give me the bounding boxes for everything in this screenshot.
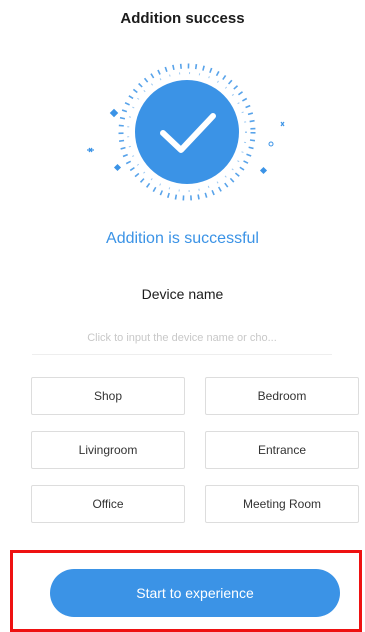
preset-bedroom-button[interactable]: Bedroom (205, 377, 359, 415)
preset-meeting-room-button[interactable]: Meeting Room (205, 485, 359, 523)
page-title: Addition success (120, 10, 245, 27)
device-name-label: Device name (141, 286, 224, 302)
preset-office-button[interactable]: Office (31, 485, 185, 523)
start-experience-button[interactable]: Start to experience (50, 569, 340, 617)
preset-name-grid: Shop Bedroom Livingroom Entrance Office … (31, 377, 360, 523)
device-name-input[interactable] (32, 322, 332, 355)
success-message: Addition is successful (106, 230, 259, 247)
preset-livingroom-button[interactable]: Livingroom (31, 431, 185, 469)
check-circle-icon (135, 80, 239, 184)
success-illustration (87, 63, 285, 201)
addition-success-screen: Addition success Addition is successful … (0, 0, 365, 632)
preset-entrance-button[interactable]: Entrance (205, 431, 359, 469)
preset-shop-button[interactable]: Shop (31, 377, 185, 415)
